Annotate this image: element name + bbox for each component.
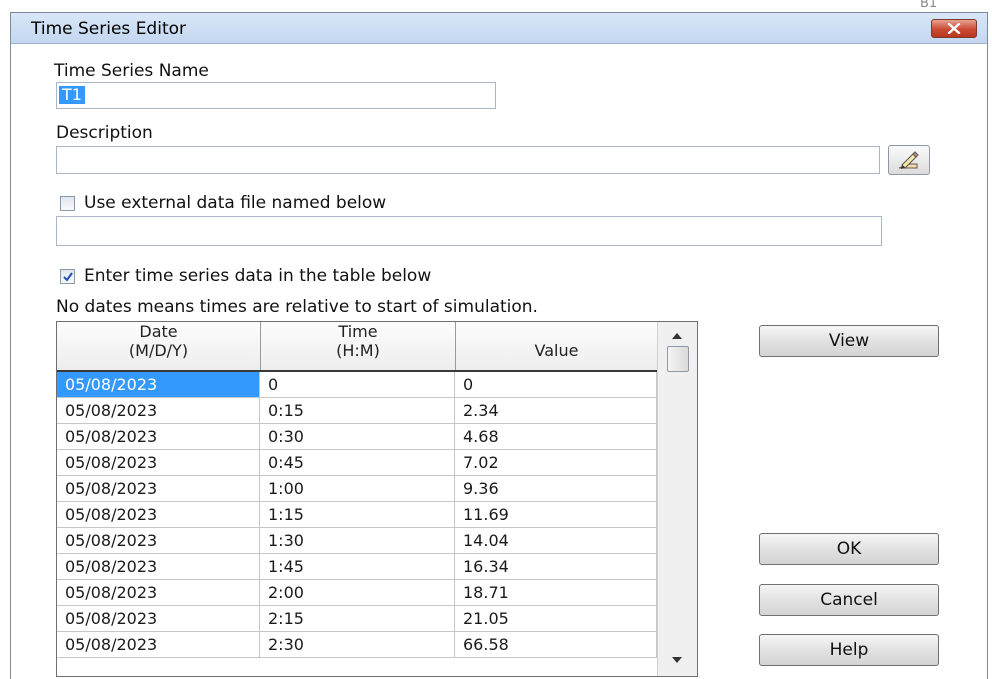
cell-date[interactable]: 05/08/2023 — [57, 554, 260, 579]
cell-date[interactable]: 05/08/2023 — [57, 372, 260, 397]
table-row[interactable]: 05/08/2023 2:30 66.58 — [57, 632, 657, 658]
cell-value[interactable]: 21.05 — [455, 606, 657, 631]
cell-value[interactable]: 66.58 — [455, 632, 657, 657]
title-bar: Time Series Editor — [11, 13, 987, 44]
cell-value[interactable]: 9.36 — [455, 476, 657, 501]
table-entry-checkbox[interactable] — [60, 269, 75, 284]
cancel-button[interactable]: Cancel — [759, 584, 939, 616]
cell-time[interactable]: 2:30 — [260, 632, 455, 657]
table-row[interactable]: 05/08/2023 1:30 14.04 — [57, 528, 657, 554]
table-row[interactable]: 05/08/2023 0 0 — [57, 372, 657, 398]
edit-description-button[interactable] — [888, 145, 930, 175]
checkmark-icon — [63, 272, 73, 282]
scroll-thumb[interactable] — [667, 346, 689, 372]
column-header-date: Date (M/D/Y) — [57, 322, 260, 370]
external-file-checkbox[interactable] — [60, 196, 75, 211]
cell-value[interactable]: 11.69 — [455, 502, 657, 527]
arrow-down-icon — [672, 657, 682, 663]
description-input[interactable] — [56, 146, 880, 174]
cell-time[interactable]: 0:45 — [260, 450, 455, 475]
table-row[interactable]: 05/08/2023 1:00 9.36 — [57, 476, 657, 502]
cell-value[interactable]: 14.04 — [455, 528, 657, 553]
cell-date[interactable]: 05/08/2023 — [57, 398, 260, 423]
time-series-editor-dialog: Time Series Editor Time Series Name T1 D… — [10, 12, 988, 679]
scroll-up-button[interactable] — [666, 328, 688, 344]
table-row[interactable]: 05/08/2023 0:30 4.68 — [57, 424, 657, 450]
table-row[interactable]: 05/08/2023 0:15 2.34 — [57, 398, 657, 424]
column-header-date-line1: Date — [139, 322, 178, 341]
close-icon — [947, 23, 961, 34]
table-row[interactable]: 05/08/2023 0:45 7.02 — [57, 450, 657, 476]
column-header-value-line2: Value — [534, 341, 579, 360]
time-series-table[interactable]: Date (M/D/Y) Time (H:M) Value 05/08/2023… — [56, 321, 698, 677]
column-header-time-line2: (H:M) — [336, 341, 380, 360]
table-scrollbar[interactable] — [657, 322, 697, 676]
table-body: 05/08/2023 0 0 05/08/2023 0:15 2.34 05/08/2023… — [57, 372, 657, 658]
cell-value[interactable]: 0 — [455, 372, 657, 397]
column-header-date-line2: (M/D/Y) — [128, 341, 189, 360]
cell-value[interactable]: 18.71 — [455, 580, 657, 605]
cell-time[interactable]: 2:00 — [260, 580, 455, 605]
cell-time[interactable]: 1:45 — [260, 554, 455, 579]
cell-date[interactable]: 05/08/2023 — [57, 528, 260, 553]
dialog-title: Time Series Editor — [31, 19, 187, 39]
relative-time-note: No dates means times are relative to sta… — [56, 297, 538, 317]
close-button[interactable] — [931, 19, 977, 38]
cell-date[interactable]: 05/08/2023 — [57, 424, 260, 449]
cell-date[interactable]: 05/08/2023 — [57, 502, 260, 527]
cell-time[interactable]: 0:30 — [260, 424, 455, 449]
view-button[interactable]: View — [759, 325, 939, 357]
arrow-up-icon — [672, 333, 682, 339]
cell-time[interactable]: 1:00 — [260, 476, 455, 501]
external-file-label: Use external data file named below — [84, 193, 387, 213]
column-header-value: Value — [456, 322, 657, 370]
cell-time[interactable]: 1:15 — [260, 502, 455, 527]
cell-value[interactable]: 4.68 — [455, 424, 657, 449]
table-entry-label: Enter time series data in the table belo… — [84, 266, 432, 286]
column-header-time: Time (H:M) — [261, 322, 455, 370]
description-label: Description — [56, 123, 153, 143]
hand-pencil-icon — [898, 151, 919, 169]
cell-date[interactable]: 05/08/2023 — [57, 450, 260, 475]
cell-time[interactable]: 2:15 — [260, 606, 455, 631]
external-file-input[interactable] — [56, 216, 882, 246]
cell-date[interactable]: 05/08/2023 — [57, 580, 260, 605]
cell-time[interactable]: 0:15 — [260, 398, 455, 423]
table-row[interactable]: 05/08/2023 1:45 16.34 — [57, 554, 657, 580]
ok-button[interactable]: OK — [759, 533, 939, 565]
cell-value[interactable]: 16.34 — [455, 554, 657, 579]
help-button[interactable]: Help — [759, 634, 939, 666]
time-series-name-value: T1 — [59, 86, 85, 104]
table-row[interactable]: 05/08/2023 1:15 11.69 — [57, 502, 657, 528]
cell-date[interactable]: 05/08/2023 — [57, 606, 260, 631]
cell-time[interactable]: 0 — [260, 372, 455, 397]
cell-value[interactable]: 7.02 — [455, 450, 657, 475]
table-header: Date (M/D/Y) Time (H:M) Value — [57, 322, 657, 372]
column-header-time-line1: Time — [338, 322, 378, 341]
background-window-text: B1 — [920, 0, 938, 11]
cell-time[interactable]: 1:30 — [260, 528, 455, 553]
table-row[interactable]: 05/08/2023 2:15 21.05 — [57, 606, 657, 632]
cell-date[interactable]: 05/08/2023 — [57, 632, 260, 657]
time-series-name-input[interactable]: T1 — [56, 82, 496, 109]
table-row[interactable]: 05/08/2023 2:00 18.71 — [57, 580, 657, 606]
scroll-down-button[interactable] — [666, 652, 688, 668]
cell-value[interactable]: 2.34 — [455, 398, 657, 423]
cell-date[interactable]: 05/08/2023 — [57, 476, 260, 501]
column-header-value-line1 — [456, 322, 657, 331]
time-series-name-label: Time Series Name — [54, 61, 209, 81]
